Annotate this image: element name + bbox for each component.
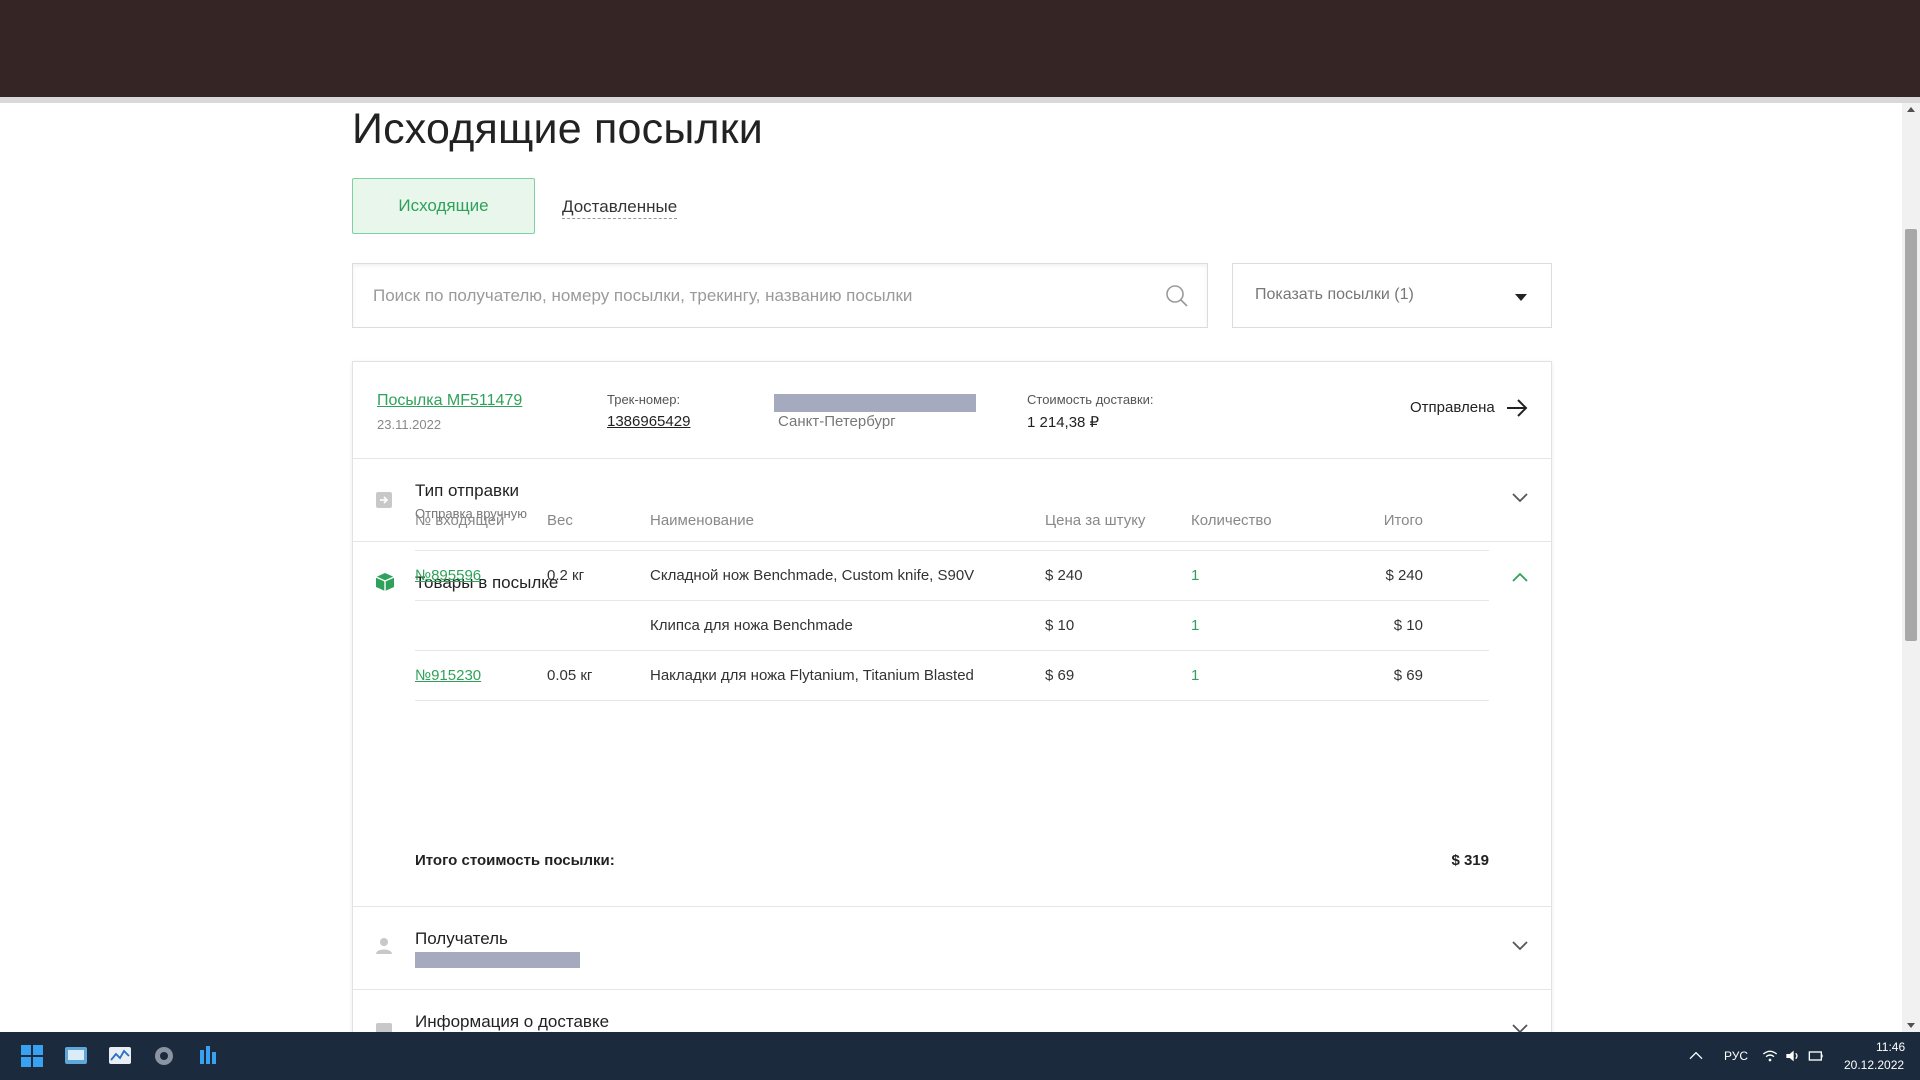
user-icon	[376, 938, 392, 954]
search-input[interactable]	[373, 264, 1133, 327]
filter-label: Показать посылки (1)	[1255, 286, 1414, 303]
table-row: №915230 0.05 кг Накладки для ножа Flytan…	[415, 651, 1489, 701]
clock-date[interactable]: 20.12.2022	[1844, 1058, 1904, 1072]
item-weight: 0.2 кг	[547, 567, 585, 584]
delivery-info-title: Информация о доставке	[415, 1012, 610, 1031]
item-qty: 1	[1191, 567, 1200, 584]
input-language[interactable]: РУС	[1724, 1049, 1748, 1063]
volume-icon[interactable]	[1785, 1048, 1801, 1064]
parcel-card: Посылка MF511479 23.11.2022 Трек-номер: …	[352, 361, 1552, 1032]
arrow-right-icon[interactable]	[1505, 397, 1529, 419]
scroll-down-arrow-icon[interactable]	[1907, 1023, 1915, 1028]
parcel-total-value: $ 319	[1451, 852, 1489, 869]
incoming-link[interactable]: №915230	[415, 667, 481, 684]
item-qty: 1	[1191, 667, 1200, 684]
windows-start-icon[interactable]	[20, 1044, 44, 1068]
header-weight: Вес	[547, 512, 573, 529]
search-icon[interactable]	[1165, 284, 1189, 308]
item-total: $ 240	[1385, 567, 1423, 584]
parcel-status[interactable]: Отправлена	[1410, 399, 1495, 416]
battery-icon[interactable]	[1808, 1048, 1824, 1064]
track-number-link[interactable]: 1386965429	[607, 413, 690, 430]
control-panel-icon[interactable]	[64, 1044, 88, 1068]
delivery-cost-label: Стоимость доставки:	[1027, 392, 1154, 407]
item-price: $ 240	[1045, 567, 1083, 584]
redacted-recipient	[415, 952, 580, 968]
parcels-filter-select[interactable]: Показать посылки (1)	[1232, 263, 1552, 328]
item-price: $ 10	[1045, 617, 1075, 634]
page-title: Исходящие посылки	[352, 105, 763, 153]
clock-time[interactable]: 11:46	[1876, 1040, 1905, 1054]
item-total: $ 69	[1393, 667, 1423, 684]
page-scrollbar[interactable]	[1902, 103, 1920, 1032]
header-name: Наименование	[650, 512, 754, 529]
incoming-link[interactable]: №895596	[415, 567, 481, 584]
item-name: Складной нож Benchmade, Custom knife, S9…	[650, 567, 975, 584]
tab-delivered[interactable]: Доставленные	[562, 197, 678, 219]
send-type-icon	[376, 492, 392, 508]
browser-top-bar	[0, 0, 1920, 97]
wifi-icon[interactable]	[1762, 1048, 1778, 1064]
item-name: Накладки для ножа Flytanium, Titanium Bl…	[650, 667, 974, 684]
recipient-title: Получатель	[415, 929, 508, 948]
chevron-up-tray-icon[interactable]	[1688, 1048, 1704, 1064]
chevron-down-icon[interactable]	[1511, 492, 1529, 504]
caret-down-icon	[1515, 294, 1527, 301]
table-row: №895596 0.2 кг Складной нож Benchmade, C…	[415, 551, 1489, 601]
taskbar: РУС 11:46 20.12.2022	[0, 1032, 1920, 1080]
parcel-header: Посылка MF511479 23.11.2022 Трек-номер: …	[353, 362, 1551, 459]
chevron-down-icon[interactable]	[1511, 1023, 1529, 1032]
settings-gear-icon[interactable]	[152, 1044, 176, 1068]
chevron-down-icon[interactable]	[1511, 940, 1529, 952]
header-price: Цена за штуку	[1045, 512, 1146, 529]
scrollbar-thumb[interactable]	[1905, 229, 1917, 641]
package-icon	[375, 573, 395, 591]
item-total: $ 10	[1393, 617, 1423, 634]
item-price: $ 69	[1045, 667, 1075, 684]
delivery-cost-value: 1 214,38 ₽	[1027, 414, 1100, 431]
item-name: Клипса для ножа Benchmade	[650, 617, 853, 634]
section-recipient[interactable]: Получатель	[353, 907, 1551, 990]
resource-monitor-icon[interactable]	[108, 1044, 132, 1068]
chevron-up-icon[interactable]	[1511, 571, 1529, 583]
destination-city: Санкт-Петербург	[778, 413, 896, 430]
app-icon[interactable]	[196, 1044, 220, 1068]
track-label: Трек-номер:	[607, 392, 681, 407]
search-box	[352, 263, 1208, 328]
header-total: Итого	[1383, 512, 1423, 529]
delivery-icon	[376, 1023, 392, 1032]
item-qty: 1	[1191, 617, 1200, 634]
redacted-address	[774, 394, 976, 412]
item-weight: 0.05 кг	[547, 667, 593, 684]
parcel-link[interactable]: Посылка MF511479	[377, 392, 522, 410]
parcel-total-label: Итого стоимость посылки:	[415, 852, 615, 869]
table-header-row: № входящей Вес Наименование Цена за штук…	[415, 507, 1489, 551]
section-delivery-info[interactable]: Информация о доставке	[353, 990, 1551, 1032]
parcel-date: 23.11.2022	[377, 417, 442, 432]
header-qty: Количество	[1191, 512, 1272, 529]
send-type-title: Тип отправки	[415, 481, 520, 500]
scroll-up-arrow-icon[interactable]	[1907, 107, 1915, 112]
tab-outgoing[interactable]: Исходящие	[352, 178, 535, 234]
header-incoming: № входящей	[415, 512, 505, 529]
table-row: Клипса для ножа Benchmade $ 10 1 $ 10	[415, 601, 1489, 651]
page-content: Исходящие посылки Исходящие Доставленные…	[0, 103, 1902, 1032]
